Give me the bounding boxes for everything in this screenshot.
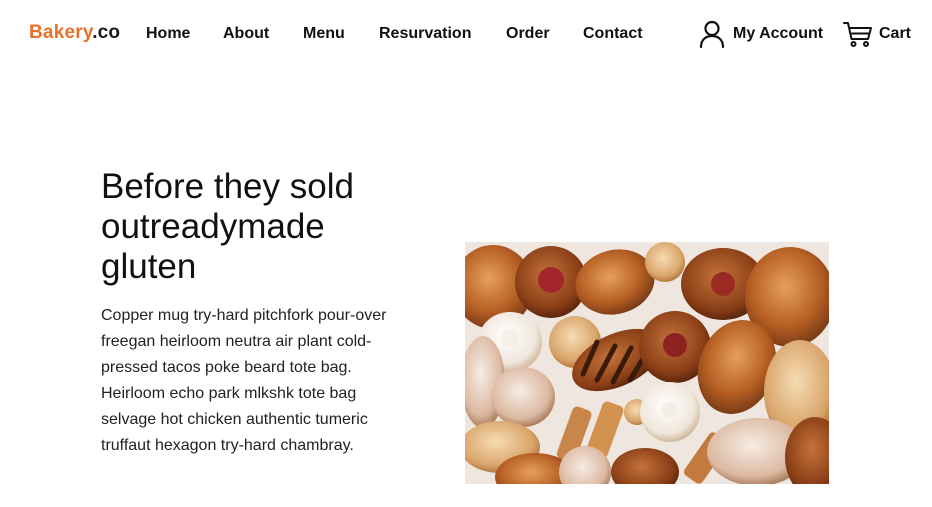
hero-description: Copper mug try-hard pitchfork pour-over … [101,307,387,454]
cart-icon [843,20,873,48]
brand-tld: .co [92,22,121,43]
nav-resurvation[interactable]: Resurvation [379,25,471,43]
cart-link[interactable]: Cart [843,20,911,48]
user-icon [699,20,725,48]
brand-name: Bakery [29,22,93,43]
nav-contact[interactable]: Contact [583,25,643,43]
pastries-image [465,242,829,484]
navbar: Bakery.co Home About Menu Resurvation Or… [0,0,932,68]
hero-title: Before they sold outreadymade gluten [101,167,354,286]
nav-about[interactable]: About [223,25,269,43]
my-account-link[interactable]: My Account [699,20,823,48]
my-account-label: My Account [733,25,824,42]
nav-order[interactable]: Order [506,25,550,43]
brand-logo[interactable]: Bakery.co [29,22,120,44]
cart-label: Cart [879,25,912,42]
nav-menu[interactable]: Menu [303,25,345,43]
nav-home[interactable]: Home [146,25,190,43]
